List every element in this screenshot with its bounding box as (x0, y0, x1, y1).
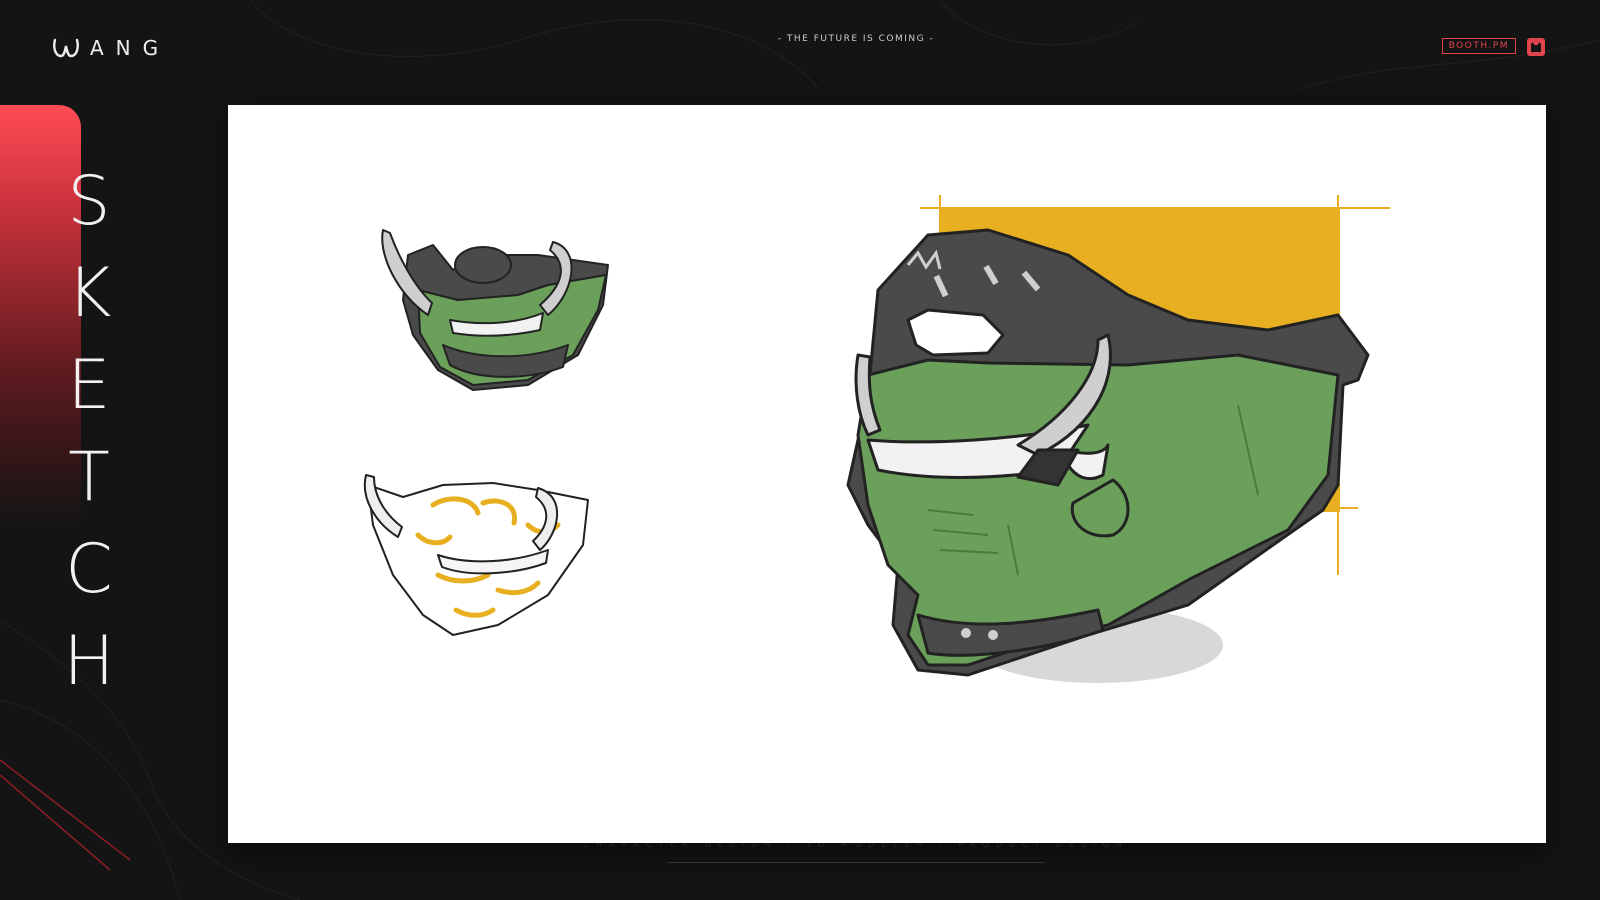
vertical-title-letter: S (67, 162, 111, 241)
vertical-title-letter: H (63, 622, 115, 701)
footer-divider (668, 862, 1044, 863)
vertical-title-letter: T (68, 438, 110, 517)
booth-link[interactable]: BOOTH.PM (1441, 38, 1516, 54)
tagline: - THE FUTURE IS COMING - (777, 34, 935, 44)
vertical-title-letter: E (67, 346, 111, 425)
mask-sketch-artwork (363, 195, 1390, 683)
artwork-canvas (228, 105, 1546, 843)
cat-icon[interactable] (1527, 38, 1545, 56)
green-mask-thumbnail (381, 229, 609, 391)
vertical-title-letter: K (66, 254, 112, 333)
vertical-title-letter: C (65, 530, 113, 609)
gold-mask-thumbnail (363, 474, 589, 636)
main-mask-illustration (846, 195, 1390, 683)
